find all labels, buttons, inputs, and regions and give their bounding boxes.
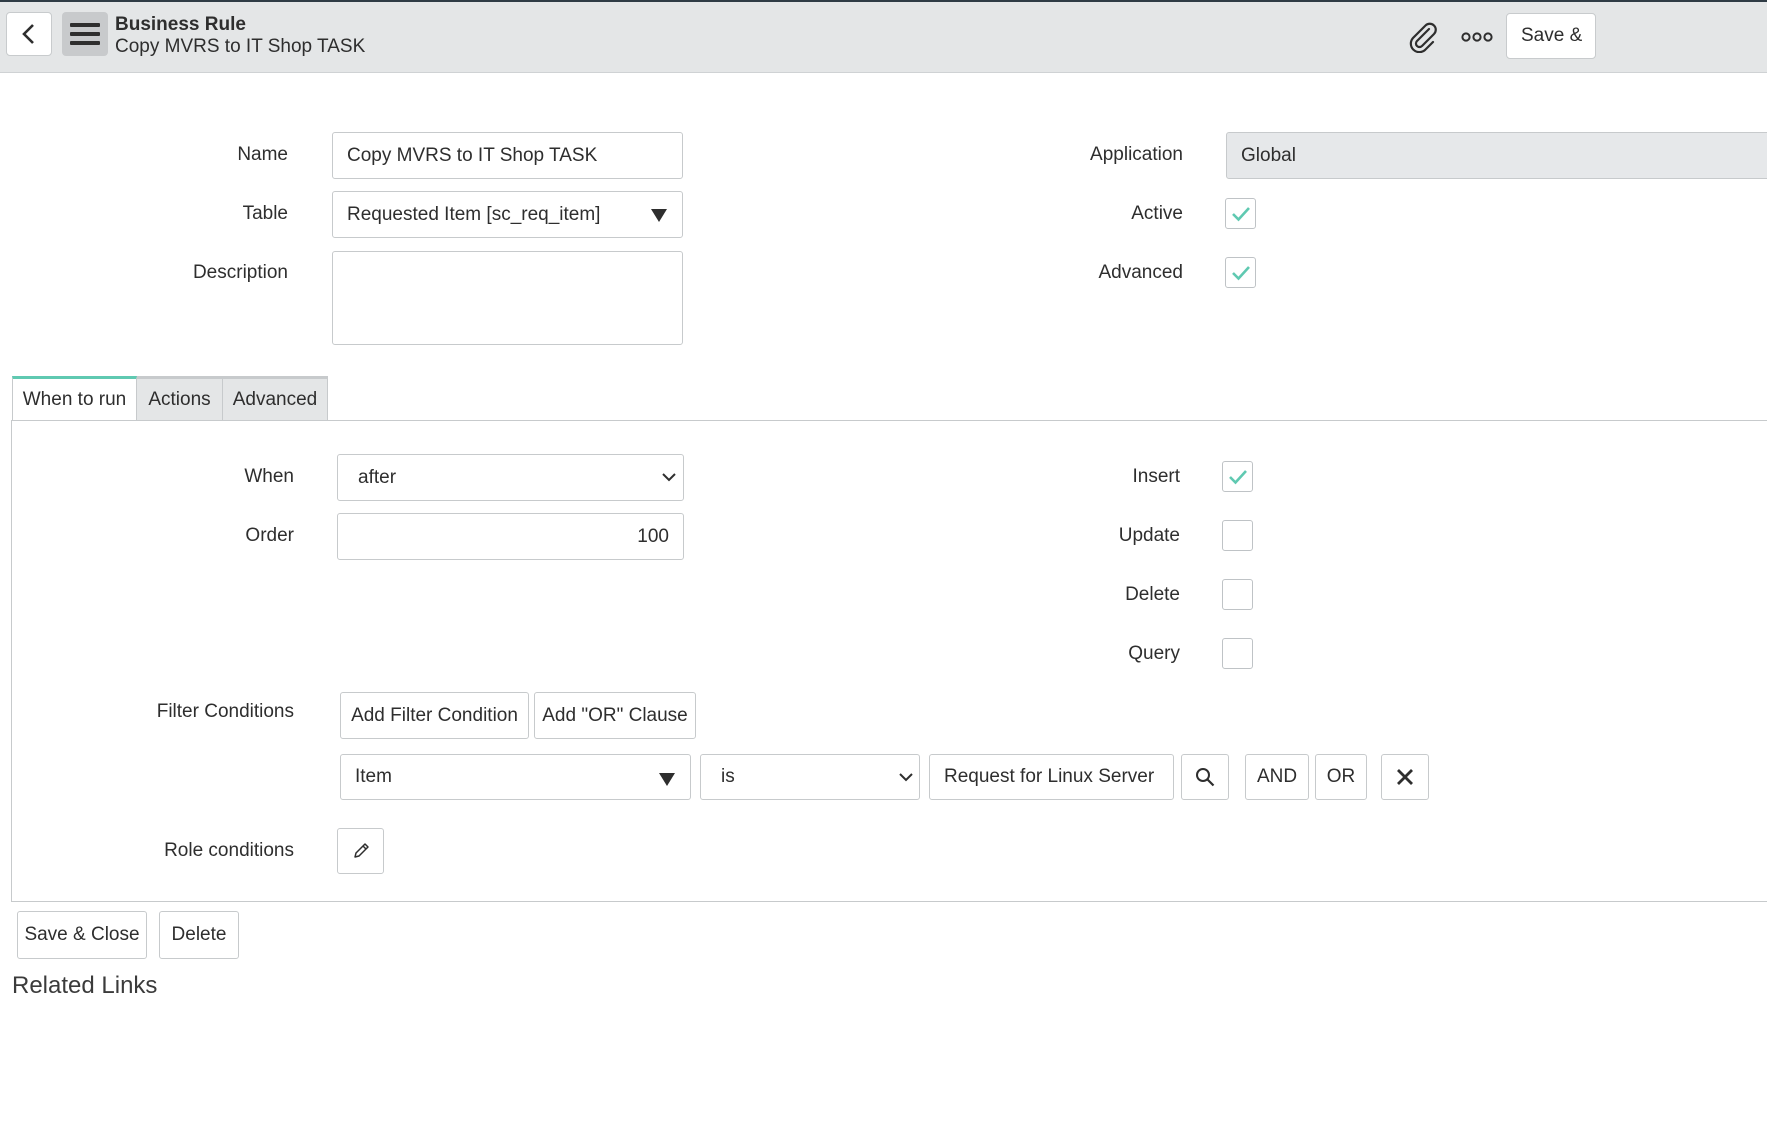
when-label: When	[244, 466, 294, 487]
insert-checkbox[interactable]	[1222, 461, 1253, 492]
remove-condition-button[interactable]	[1381, 754, 1429, 800]
chevron-down-icon	[662, 473, 676, 482]
hamburger-icon	[70, 23, 100, 45]
delete-label: Delete	[1125, 584, 1180, 605]
order-field[interactable]: 100	[337, 513, 684, 560]
advanced-checkbox[interactable]	[1225, 257, 1256, 288]
pencil-icon	[353, 843, 369, 858]
checkmark-icon	[1228, 469, 1247, 484]
edit-role-conditions-button[interactable]	[337, 828, 384, 874]
delete-checkbox[interactable]	[1222, 579, 1253, 610]
search-icon	[1196, 768, 1215, 787]
triangle-down-icon	[651, 209, 667, 222]
more-options-icon[interactable]	[1458, 18, 1496, 56]
tab-actions[interactable]: Actions	[137, 376, 223, 420]
save-button-header[interactable]: Save &	[1506, 13, 1596, 59]
checkmark-icon	[1231, 265, 1250, 280]
condition-field-select[interactable]: Item	[340, 754, 691, 800]
application-value: Global	[1241, 144, 1296, 166]
description-textarea[interactable]	[332, 251, 683, 345]
when-to-run-panel	[11, 420, 1767, 902]
description-label: Description	[192, 262, 288, 283]
condition-operator-value: is	[721, 766, 735, 787]
order-label: Order	[245, 525, 294, 546]
related-links-heading: Related Links	[12, 972, 158, 999]
query-label: Query	[1128, 643, 1180, 664]
tab-when-to-run[interactable]: When to run	[12, 376, 137, 420]
condition-value: Request for Linux Server	[944, 766, 1155, 787]
advanced-label: Advanced	[1098, 262, 1183, 283]
update-label: Update	[1118, 525, 1180, 546]
table-select[interactable]: Requested Item [sc_req_item]	[332, 191, 683, 238]
lookup-button[interactable]	[1181, 754, 1229, 800]
checkmark-icon	[1231, 206, 1250, 221]
when-select[interactable]: after	[337, 454, 684, 501]
chevron-left-icon	[22, 24, 34, 44]
condition-value-field[interactable]: Request for Linux Server	[929, 754, 1174, 800]
and-button[interactable]: AND	[1245, 754, 1309, 800]
name-field[interactable]: Copy MVRS to IT Shop TASK	[332, 132, 683, 179]
role-conditions-label: Role conditions	[164, 840, 294, 861]
paperclip-icon[interactable]	[1404, 18, 1442, 56]
record-name-title: Copy MVRS to IT Shop TASK	[115, 36, 366, 57]
condition-operator-select[interactable]: is	[700, 754, 920, 800]
context-menu-button[interactable]	[62, 12, 108, 56]
name-label: Name	[237, 144, 288, 165]
delete-button[interactable]: Delete	[159, 911, 239, 959]
save-close-button[interactable]: Save & Close	[17, 911, 147, 959]
table-value: Requested Item [sc_req_item]	[347, 203, 601, 225]
order-value: 100	[637, 525, 669, 547]
back-button[interactable]	[6, 12, 52, 56]
application-field: Global	[1226, 132, 1767, 179]
active-checkbox[interactable]	[1225, 198, 1256, 229]
application-label: Application	[1090, 144, 1183, 165]
query-checkbox[interactable]	[1222, 638, 1253, 669]
close-icon	[1397, 769, 1413, 785]
active-label: Active	[1131, 203, 1183, 224]
add-filter-condition-button[interactable]: Add Filter Condition	[340, 692, 529, 739]
when-value: after	[358, 466, 397, 488]
triangle-down-icon	[659, 773, 675, 786]
tab-advanced[interactable]: Advanced	[223, 376, 328, 420]
record-type-title: Business Rule	[115, 14, 246, 35]
update-checkbox[interactable]	[1222, 520, 1253, 551]
or-button[interactable]: OR	[1315, 754, 1367, 800]
insert-label: Insert	[1132, 466, 1180, 487]
add-or-clause-button[interactable]: Add "OR" Clause	[534, 692, 696, 739]
condition-field-value: Item	[355, 766, 392, 787]
name-value: Copy MVRS to IT Shop TASK	[347, 144, 598, 166]
chevron-down-icon	[899, 773, 913, 782]
table-label: Table	[242, 203, 288, 224]
filter-conditions-label: Filter Conditions	[156, 701, 294, 722]
